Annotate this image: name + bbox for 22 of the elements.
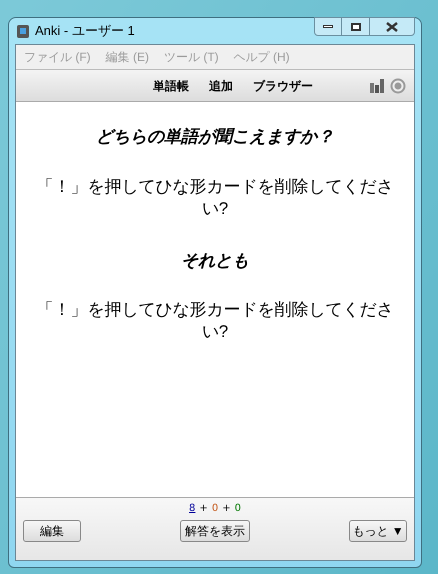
plus-sign: +	[199, 502, 208, 516]
maximize-button[interactable]	[342, 17, 369, 36]
more-button[interactable]: もっと ▼	[349, 520, 407, 542]
show-answer-button[interactable]: 解答を表示	[180, 520, 250, 542]
card-count: 8	[189, 502, 196, 516]
app-icon	[17, 24, 29, 38]
card-count: 0	[212, 502, 218, 516]
stats-icon[interactable]	[370, 78, 386, 92]
toolbar-link[interactable]: ブラウザー	[253, 76, 313, 94]
close-icon	[386, 22, 398, 32]
toolbar-link[interactable]: 単語帳	[153, 76, 189, 94]
minimize-button[interactable]	[314, 17, 342, 36]
card-count: 0	[234, 502, 241, 516]
toolbar-link[interactable]: 追加	[209, 76, 233, 94]
plus-sign: +	[222, 502, 231, 516]
close-button[interactable]	[369, 17, 415, 36]
card-text: 「！」を押してひな形カードを削除してください?	[36, 299, 394, 343]
card-prompt: どちらの単語が聞こえますか？	[96, 126, 334, 148]
card-prompt: それとも	[181, 250, 249, 272]
card-text: 「！」を押してひな形カードを削除してください?	[36, 176, 394, 220]
window-title: Anki - ユーザー 1	[35, 22, 135, 40]
edit-button[interactable]: 編集	[23, 520, 81, 542]
